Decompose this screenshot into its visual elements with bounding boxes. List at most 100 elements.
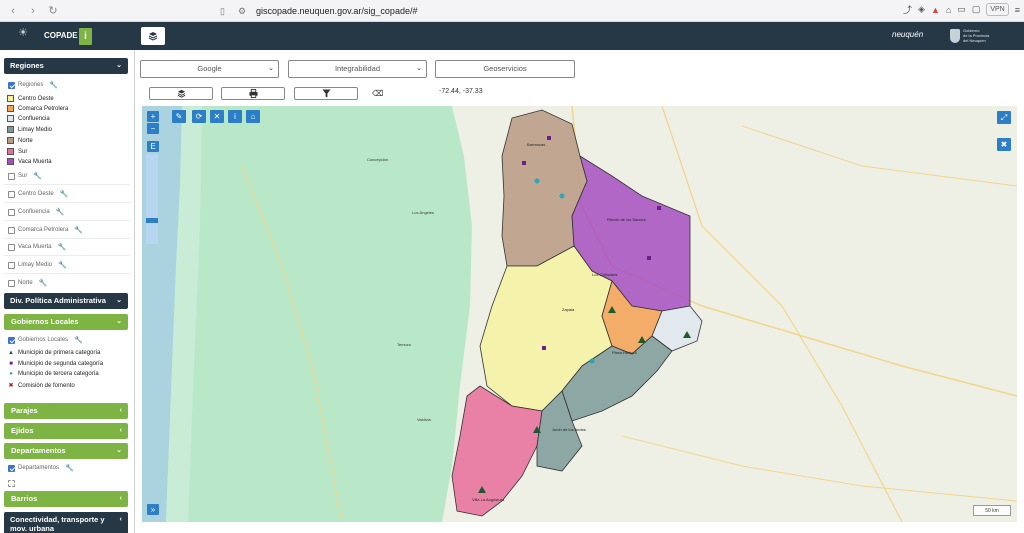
layer-checkbox-sur[interactable] [8, 172, 15, 180]
regiones-layer-label: Regiones [18, 82, 44, 88]
wrench-icon[interactable]: 🔧 [74, 336, 83, 344]
regiones-header-label: Regiones [10, 61, 44, 70]
layer-checkbox-centro-oeste[interactable] [8, 190, 15, 198]
wrench-icon[interactable]: 🔧 [56, 208, 65, 216]
chevron-left-icon: ‹ [119, 427, 122, 434]
layer-row-sur[interactable]: Sur 🔧 [8, 172, 42, 180]
svg-text:Barrancas: Barrancas [527, 142, 545, 147]
barrios-header[interactable]: Barrios ‹ [4, 491, 128, 507]
div-politica-header[interactable]: Div. Política Administrativa ⌄ [4, 293, 128, 309]
extensions-icon[interactable]: ⌂ [946, 5, 951, 15]
layer-checkbox-comarca-petrolera[interactable] [8, 226, 15, 234]
clear-map-button[interactable]: ✕ [210, 110, 224, 123]
wrench-icon[interactable]: 🔧 [74, 226, 83, 234]
map-canvas[interactable]: Barrancas Rincón de los Sauces Los Chihu… [142, 106, 1017, 522]
brave-shield-icon[interactable]: ◈ [918, 4, 925, 15]
zoom-slider[interactable] [146, 154, 158, 244]
layer-row-vaca-muerta[interactable]: Vaca Muerta 🔧 [8, 243, 66, 251]
layer-checkbox-limay-medio[interactable] [8, 261, 15, 269]
legend-label: Confluencia [18, 115, 50, 122]
wrench-icon[interactable]: 🔧 [49, 81, 58, 89]
sidebar[interactable]: Regiones ⌄ Regiones 🔧 Centro Oeste Comar… [0, 50, 135, 533]
address-bar[interactable]: ▯ ⚙ giscopade.neuquen.gov.ar/sig_copade/… [220, 3, 800, 19]
menu-icon[interactable]: ≡ [1015, 5, 1020, 15]
wrench-icon[interactable]: 🔧 [60, 190, 69, 198]
legend-label: Municipio de segunda categoría [18, 361, 104, 367]
conectividad-header[interactable]: Conectividad, transporte y mov. urbana ‹ [4, 512, 128, 533]
gobiernos-layer-row[interactable]: Gobiernos Locales 🔧 [8, 336, 83, 344]
info-tool-button[interactable]: i [228, 110, 242, 123]
layers-tool-button[interactable] [149, 87, 213, 100]
wrench-icon[interactable]: 🔧 [58, 261, 67, 269]
layer-label: Centro Oeste [18, 191, 54, 197]
site-settings-icon[interactable]: ⚙ [238, 6, 250, 17]
layer-checkbox-norte[interactable] [8, 279, 15, 287]
app-header: ☀ COPADE i neuquén Gobierno de la Provin… [0, 22, 1024, 50]
ejidos-header[interactable]: Ejidos ‹ [4, 423, 128, 439]
departamentos-layer-row[interactable]: Departamentos 🔧 [8, 464, 74, 472]
layer-row-norte[interactable]: Norte 🔧 [8, 279, 47, 287]
svg-text:Los Chihuidos: Los Chihuidos [592, 272, 617, 277]
back-icon[interactable]: ‹ [6, 4, 20, 18]
wallet-icon[interactable]: ▢ [972, 4, 981, 15]
departamentos-extra-row[interactable] [8, 480, 18, 487]
share-icon[interactable]: ⤴ [903, 3, 912, 16]
layer-checkbox-confluencia[interactable] [8, 208, 15, 216]
refresh-map-button[interactable]: ⟳ [192, 110, 206, 123]
legend-comision-fomento: ✖ Comisión de fomento [7, 382, 74, 390]
basemap-select[interactable]: Google ⌄ [140, 60, 279, 78]
print-icon [248, 89, 258, 98]
layers-toggle-button[interactable] [141, 27, 165, 45]
wrench-icon[interactable]: 🔧 [65, 464, 74, 472]
layer-row-limay-medio[interactable]: Limay Medio 🔧 [8, 261, 67, 269]
integrabilidad-select[interactable]: Integrabilidad ⌄ [288, 60, 427, 78]
divider [4, 202, 130, 203]
integrabilidad-value: Integrabilidad [334, 64, 381, 73]
departamentos-checkbox[interactable] [8, 464, 15, 472]
reload-icon[interactable]: ↻ [46, 4, 60, 18]
legend-label: Limay Medio [18, 126, 53, 133]
bookmark-icon[interactable]: ▯ [220, 6, 232, 17]
ruler-tool-button[interactable]: ✎ [172, 110, 186, 123]
zoom-in-button[interactable]: + [147, 111, 159, 122]
vpn-badge[interactable]: VPN [986, 3, 1009, 16]
layer-row-centro-oeste[interactable]: Centro Oeste 🔧 [8, 190, 68, 198]
svg-text:Concepción: Concepción [367, 157, 388, 162]
regiones-checkbox[interactable] [8, 81, 15, 89]
home-button[interactable]: ⌂ [246, 110, 260, 123]
fullscreen-button[interactable]: ⤢ [997, 111, 1011, 124]
zoom-out-button[interactable]: − [147, 123, 159, 134]
legend-vaca-muerta: Vaca Muerta [7, 158, 52, 165]
tools-button[interactable]: ✖ [997, 138, 1011, 151]
regiones-layer-row[interactable]: Regiones 🔧 [8, 81, 58, 89]
wrench-icon[interactable]: 🔧 [33, 172, 42, 180]
filter-button[interactable] [294, 87, 358, 100]
print-button[interactable] [221, 87, 285, 100]
coordinates-readout: -72.44, -37.33 [439, 88, 483, 95]
zoom-slider-handle[interactable] [146, 218, 158, 223]
gobiernos-locales-header[interactable]: Gobiernos Locales ⌄ [4, 314, 128, 330]
eraser-icon[interactable]: ⌫ [372, 89, 383, 98]
geoservicios-button[interactable]: Geoservicios [435, 60, 575, 78]
layer-checkbox-vaca-muerta[interactable] [8, 243, 15, 251]
conectividad-label-2: mov. urbana [10, 524, 55, 533]
legend-label: Centro Oeste [18, 95, 54, 102]
chevron-left-icon: ‹ [119, 407, 122, 414]
forward-icon[interactable]: › [26, 4, 40, 18]
parajes-header[interactable]: Parajes ‹ [4, 403, 128, 419]
info-button[interactable]: i [79, 28, 92, 45]
layer-row-confluencia[interactable]: Confluencia 🔧 [8, 208, 64, 216]
departamentos-header[interactable]: Departamentos ⌄ [4, 443, 128, 459]
departamentos-header-label: Departamentos [11, 446, 66, 455]
map-view[interactable]: Barrancas Rincón de los Sauces Los Chihu… [142, 106, 1017, 522]
rewards-icon[interactable]: ▲ [931, 5, 940, 15]
regiones-header[interactable]: Regiones ⌄ [4, 58, 128, 74]
e-control-button[interactable]: E [147, 141, 159, 152]
expand-panel-button[interactable]: » [147, 504, 159, 515]
sidebar-toggle-icon[interactable]: ▭ [957, 4, 966, 15]
layer-row-comarca-petrolera[interactable]: Comarca Petrolera 🔧 [8, 226, 83, 234]
neuquen-brand: neuquén [892, 30, 924, 39]
wrench-icon[interactable]: 🔧 [39, 279, 48, 287]
gobiernos-checkbox[interactable] [8, 336, 15, 344]
wrench-icon[interactable]: 🔧 [58, 243, 67, 251]
